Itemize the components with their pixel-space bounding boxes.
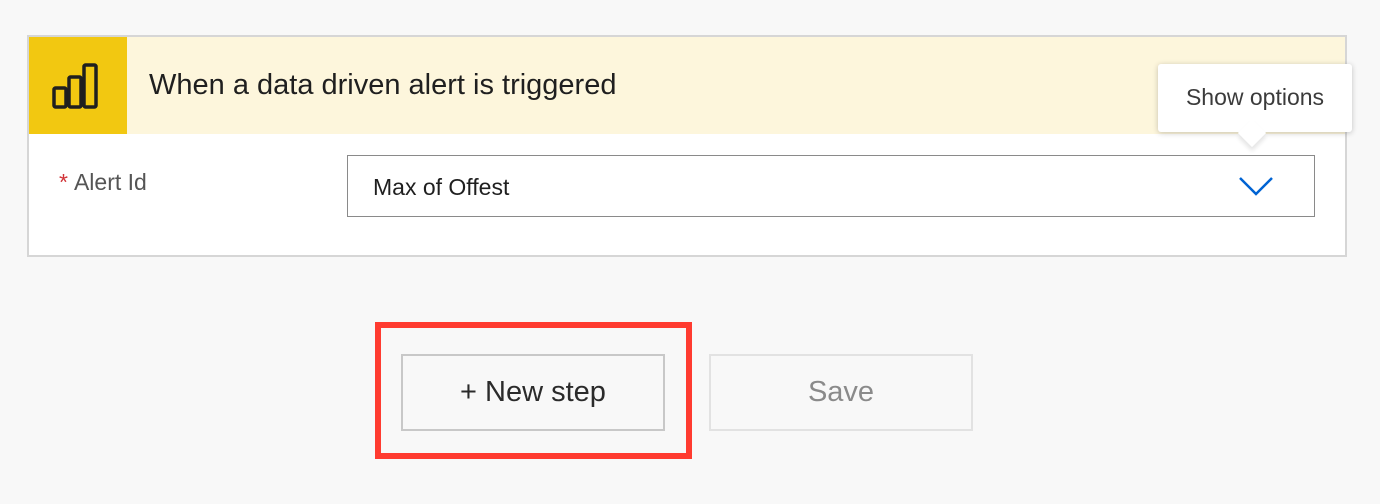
alert-id-value: Max of Offest	[373, 174, 510, 200]
trigger-card: When a data driven alert is triggered * A…	[27, 35, 1347, 257]
power-bi-icon	[29, 37, 127, 134]
alert-id-label: * Alert Id	[59, 169, 147, 196]
save-button[interactable]: Save	[709, 354, 973, 431]
alert-id-label-text: Alert Id	[73, 169, 147, 195]
required-marker: *	[59, 169, 68, 195]
tooltip-text: Show options	[1185, 84, 1325, 110]
chevron-down-icon[interactable]	[1238, 174, 1274, 198]
new-step-button[interactable]: + New step	[401, 354, 665, 431]
alert-id-select[interactable]: Max of Offest	[347, 155, 1315, 217]
trigger-title: When a data driven alert is triggered	[149, 69, 617, 101]
trigger-header[interactable]: When a data driven alert is triggered	[29, 37, 1345, 134]
show-options-tooltip: Show options	[1158, 64, 1352, 132]
